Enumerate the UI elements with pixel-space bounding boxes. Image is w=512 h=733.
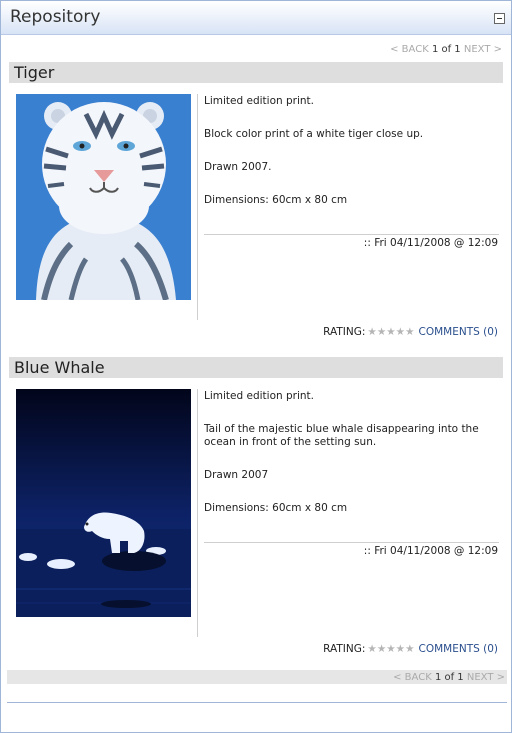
- tiger-illustration: [16, 94, 191, 300]
- pager-page-indicator: 1 of 1: [431, 44, 461, 55]
- item-date: :: Fri 04/11/2008 @ 12:09: [363, 545, 498, 557]
- pager-back-link[interactable]: < BACK: [390, 44, 429, 55]
- item-header-blue-whale: Blue Whale: [9, 357, 503, 378]
- pager-page-indicator: 1 of 1: [434, 672, 464, 683]
- pager-back-link[interactable]: < BACK: [393, 672, 432, 683]
- blue-whale-illustration: [16, 389, 191, 617]
- rating-label: RATING:: [323, 643, 366, 655]
- item-rating-row: RATING: ★★★★★ COMMENTS (0): [323, 643, 498, 655]
- item-header-tiger: Tiger: [9, 62, 503, 83]
- item-separator: [204, 234, 499, 235]
- rating-stars[interactable]: ★★★★★: [367, 643, 414, 655]
- tiger-image[interactable]: [16, 94, 191, 300]
- item-rating-row: RATING: ★★★★★ COMMENTS (0): [323, 326, 498, 338]
- description-line: Dimensions: 60cm x 80 cm: [204, 502, 348, 514]
- item-date: :: Fri 04/11/2008 @ 12:09: [363, 237, 498, 249]
- item-title: Tiger: [14, 63, 55, 82]
- item-description: Limited edition print. Block color print…: [204, 95, 500, 227]
- description-line: Limited edition print.: [204, 390, 314, 402]
- footer-divider: [7, 702, 507, 703]
- item-divider: [197, 389, 198, 637]
- repository-panel: Repository < BACK 1 of 1 NEXT > Tiger Li…: [0, 0, 512, 733]
- description-line: Tail of the majestic blue whale disappea…: [204, 423, 479, 448]
- panel-titlebar: Repository: [1, 1, 511, 35]
- item-divider: [197, 94, 198, 320]
- item-description: Limited edition print. Tail of the majes…: [204, 390, 500, 535]
- pager-next-link[interactable]: NEXT >: [464, 44, 502, 55]
- description-line: Drawn 2007.: [204, 161, 272, 173]
- pager-bottom: < BACK 1 of 1 NEXT >: [393, 672, 505, 683]
- description-line: Limited edition print.: [204, 95, 314, 107]
- collapse-icon[interactable]: [494, 13, 505, 24]
- pager-top: < BACK 1 of 1 NEXT >: [390, 44, 502, 55]
- comments-link[interactable]: COMMENTS (0): [419, 643, 499, 655]
- comments-link[interactable]: COMMENTS (0): [419, 326, 499, 338]
- panel-title: Repository: [10, 7, 101, 27]
- rating-stars[interactable]: ★★★★★: [367, 326, 414, 338]
- description-line: Block color print of a white tiger close…: [204, 128, 424, 140]
- item-title: Blue Whale: [14, 358, 105, 377]
- description-line: Drawn 2007: [204, 469, 269, 481]
- pager-next-link[interactable]: NEXT >: [467, 672, 505, 683]
- blue-whale-image[interactable]: [16, 389, 191, 617]
- description-line: Dimensions: 60cm x 80 cm: [204, 194, 348, 206]
- item-separator: [204, 542, 499, 543]
- rating-label: RATING:: [323, 326, 366, 338]
